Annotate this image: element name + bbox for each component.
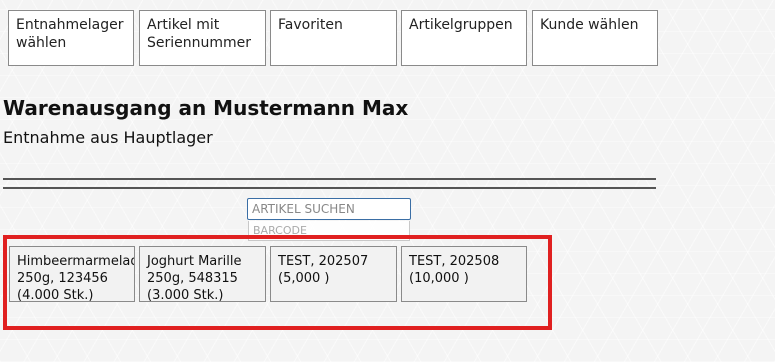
select-customer-button[interactable]: Kunde wählen <box>532 10 658 66</box>
article-name: TEST, 202508 <box>409 254 500 269</box>
article-tile[interactable]: TEST, 202508 (10,000 ) <box>401 246 527 302</box>
article-tile[interactable]: Himbeermarmelade 250g, 123456 (4.000 Stk… <box>9 246 135 302</box>
article-quantity: (3.000 Stk.) <box>147 288 224 302</box>
article-detail: 250g, 548315 <box>147 271 238 286</box>
article-name: Himbeermarmelade <box>17 254 135 269</box>
barcode-input[interactable] <box>248 221 410 241</box>
select-warehouse-button[interactable]: Entnahmelager wählen <box>8 10 134 66</box>
article-search-input[interactable] <box>247 198 411 220</box>
favorites-button[interactable]: Favoriten <box>270 10 397 66</box>
article-detail: (10,000 ) <box>409 271 469 286</box>
divider-top <box>3 178 656 180</box>
article-tile[interactable]: TEST, 202507 (5,000 ) <box>270 246 397 302</box>
divider-bottom <box>3 187 656 189</box>
page-subtitle: Entnahme aus Hauptlager <box>3 128 213 147</box>
article-name: Joghurt Marille <box>147 254 242 269</box>
serial-number-articles-button[interactable]: Artikel mit Seriennummer <box>139 10 266 66</box>
article-quantity: (4.000 Stk.) <box>17 288 94 302</box>
article-groups-button[interactable]: Artikelgruppen <box>401 10 527 66</box>
article-detail: (5,000 ) <box>278 271 330 286</box>
article-detail: 250g, 123456 <box>17 271 108 286</box>
article-name: TEST, 202507 <box>278 254 369 269</box>
page-title: Warenausgang an Mustermann Max <box>3 96 409 120</box>
article-tile[interactable]: Joghurt Marille 250g, 548315 (3.000 Stk.… <box>139 246 266 302</box>
